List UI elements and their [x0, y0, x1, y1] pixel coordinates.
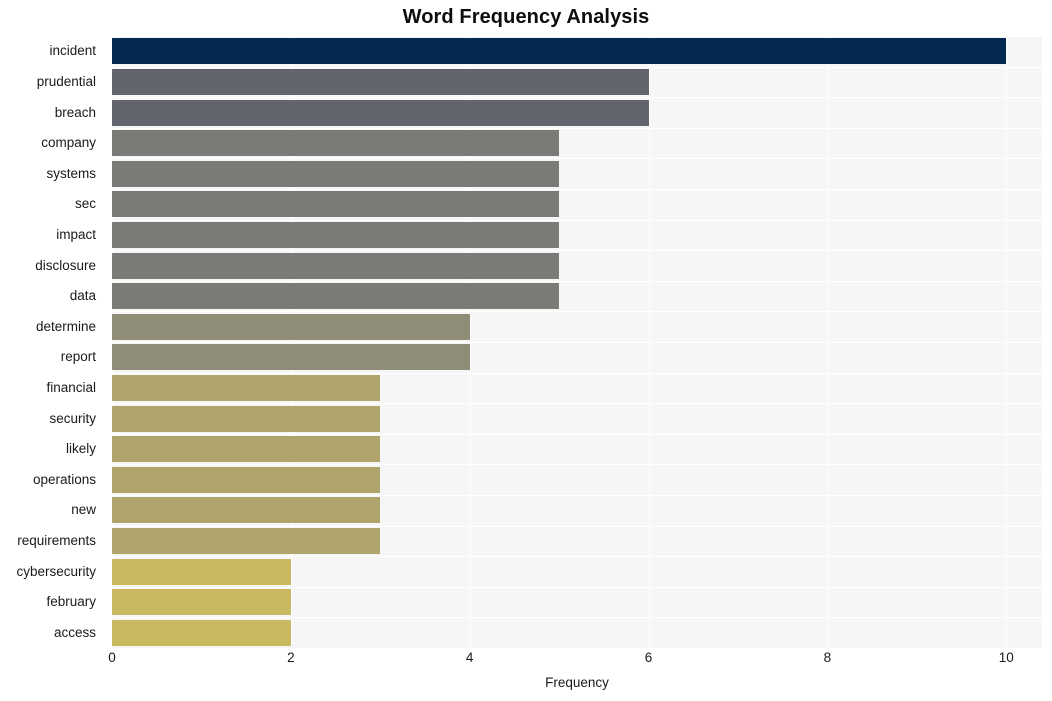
bar-row [112, 191, 1042, 218]
x-axis-label: Frequency [545, 675, 609, 690]
bar-row [112, 313, 1042, 340]
bar-impact[interactable] [112, 221, 560, 248]
y-tick-label-breach: breach [54, 104, 96, 120]
x-tick-label-4: 4 [465, 650, 474, 665]
horizontal-gridline [112, 464, 1042, 466]
bar-row [112, 436, 1042, 463]
chart-title: Word Frequency Analysis [402, 6, 650, 28]
bar-row [112, 466, 1042, 493]
horizontal-gridline [112, 525, 1042, 527]
vertical-gridline [112, 36, 113, 648]
bar-row [112, 558, 1042, 585]
bar-determine[interactable] [112, 313, 470, 340]
y-tick-label-february: february [46, 594, 96, 610]
vertical-gridline [290, 36, 292, 648]
horizontal-gridline [112, 36, 1042, 37]
plot-area [112, 36, 1042, 649]
x-tick-label-2: 2 [287, 650, 295, 665]
horizontal-gridline [112, 403, 1042, 405]
bar-sec[interactable] [112, 191, 560, 218]
bar-february[interactable] [112, 589, 291, 616]
bar-access[interactable] [112, 619, 291, 646]
y-tick-label-impact: impact [56, 226, 96, 242]
y-tick-label-financial: financial [46, 379, 96, 395]
horizontal-gridline [112, 342, 1042, 343]
y-tick-label-cybersecurity: cybersecurity [16, 563, 96, 579]
bar-row [112, 619, 1042, 646]
bar-requirements[interactable] [112, 527, 381, 554]
y-tick-label-security: security [49, 410, 96, 426]
y-axis-tick-labels: incident prudential breach company systems se… [0, 36, 104, 648]
bar-breach[interactable] [112, 99, 649, 126]
bar-row [112, 252, 1042, 279]
y-tick-label-requirements: requirements [17, 532, 96, 548]
bar-row [112, 283, 1042, 310]
horizontal-gridline [112, 648, 1042, 649]
bar-row [112, 497, 1042, 524]
horizontal-gridline [112, 495, 1042, 496]
horizontal-gridline [112, 250, 1042, 252]
bar-row [112, 68, 1042, 95]
horizontal-gridline [112, 556, 1042, 558]
bar-new[interactable] [112, 497, 381, 524]
horizontal-gridline [112, 280, 1042, 282]
y-tick-label-company: company [41, 135, 96, 151]
bar-prudential[interactable] [112, 68, 649, 95]
x-tick-label-8: 8 [823, 650, 832, 665]
horizontal-gridline [112, 311, 1042, 313]
y-tick-label-sec: sec [74, 196, 96, 212]
y-tick-label-new: new [71, 502, 96, 518]
bar-row [112, 130, 1042, 157]
y-tick-label-incident: incident [49, 43, 96, 59]
horizontal-gridline [112, 372, 1042, 374]
horizontal-gridline [112, 433, 1042, 435]
bar-security[interactable] [112, 405, 381, 432]
chart-figure: Word Frequency Analysis incident prudenti… [0, 0, 1052, 701]
x-tick-label-6: 6 [644, 650, 653, 665]
bar-incident[interactable] [112, 38, 1007, 65]
bar-row [112, 527, 1042, 554]
y-tick-label-determine: determine [35, 318, 96, 334]
horizontal-gridline [112, 66, 1042, 68]
bar-row [112, 405, 1042, 432]
y-tick-label-disclosure: disclosure [35, 257, 96, 273]
bar-financial[interactable] [112, 374, 381, 401]
horizontal-gridline [112, 158, 1042, 160]
horizontal-gridline [112, 617, 1042, 619]
vertical-gridline [469, 36, 471, 648]
bar-likely[interactable] [112, 436, 381, 463]
bar-row [112, 344, 1042, 371]
horizontal-gridline [112, 219, 1042, 221]
bar-operations[interactable] [112, 466, 381, 493]
x-tick-label-10: 10 [998, 650, 1014, 665]
bar-cybersecurity[interactable] [112, 558, 291, 585]
bar-systems[interactable] [112, 160, 560, 187]
vertical-gridline [827, 36, 829, 648]
bar-row [112, 160, 1042, 187]
y-tick-label-report: report [60, 349, 96, 365]
bar-row [112, 221, 1042, 248]
y-tick-label-systems: systems [46, 165, 96, 181]
y-tick-label-access: access [53, 624, 96, 640]
y-tick-label-operations: operations [32, 471, 96, 487]
bar-data[interactable] [112, 283, 560, 310]
x-tick-label-0: 0 [108, 650, 116, 665]
horizontal-gridline [112, 586, 1042, 588]
bar-report[interactable] [112, 344, 470, 371]
x-axis-tick-labels: 0 2 4 6 8 10 [108, 650, 1042, 672]
bar-disclosure[interactable] [112, 252, 560, 279]
bar-row [112, 38, 1042, 65]
bar-row [112, 374, 1042, 401]
y-tick-label-prudential: prudential [36, 73, 96, 89]
y-tick-label-likely: likely [65, 441, 96, 457]
bar-row [112, 589, 1042, 616]
bar-company[interactable] [112, 130, 560, 157]
y-tick-label-data: data [69, 288, 96, 304]
horizontal-gridline [112, 189, 1042, 190]
vertical-gridline [648, 36, 650, 648]
vertical-gridline [1006, 36, 1008, 648]
horizontal-gridline [112, 127, 1042, 129]
bar-row [112, 99, 1042, 126]
horizontal-gridline [112, 97, 1042, 99]
